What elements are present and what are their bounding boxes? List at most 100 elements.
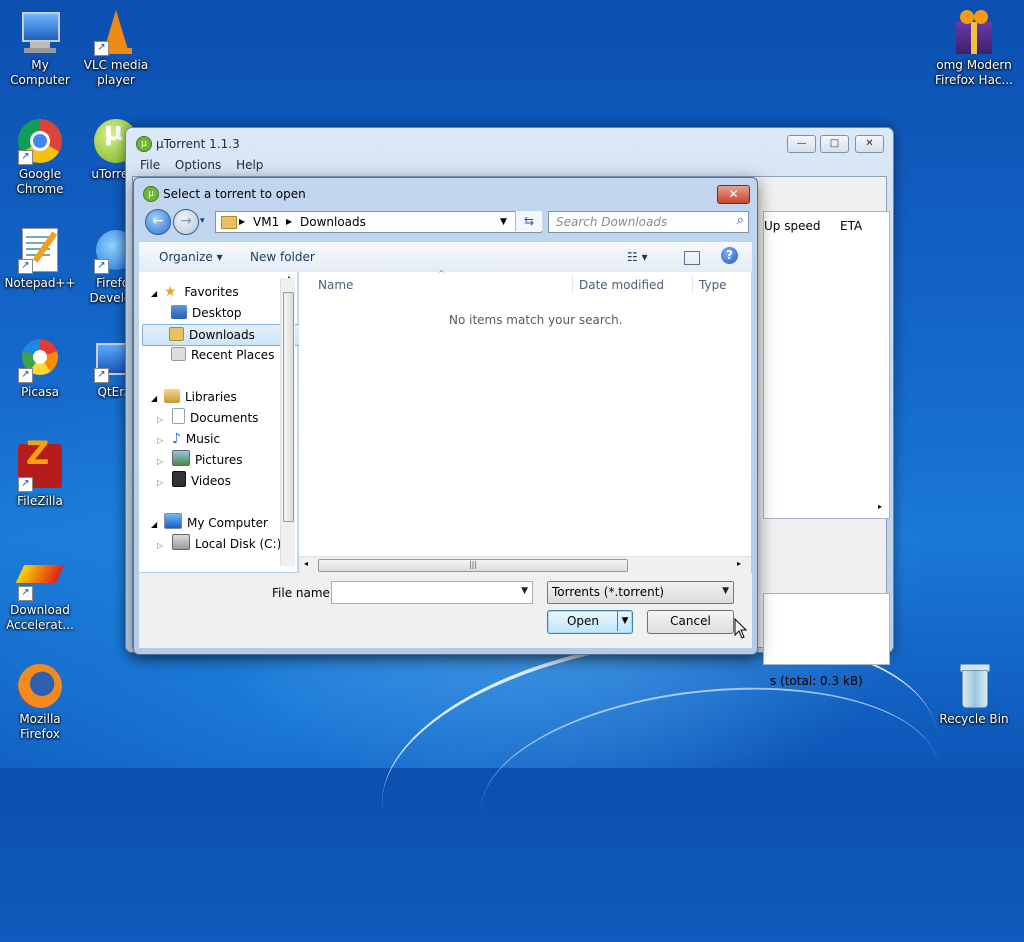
dropdown-arrow-icon[interactable]: ▼	[521, 586, 528, 596]
close-button[interactable]: ✕	[717, 185, 750, 204]
address-bar[interactable]: ▶ VM1 ▶ Downloads ▼	[215, 211, 542, 233]
nav-recent-places[interactable]: Recent Places	[171, 345, 274, 365]
star-icon: ★	[163, 284, 177, 300]
nav-my-computer[interactable]: ◢ My Computer	[151, 513, 268, 533]
firefox-icon	[16, 662, 64, 710]
scroll-right-arrow[interactable]: ▸	[878, 502, 882, 511]
expand-arrow-icon[interactable]: ▷	[157, 415, 163, 424]
breadcrumb-arrow-icon[interactable]: ▶	[286, 217, 292, 226]
desktop-icon-chrome[interactable]: ↗ Google Chrome	[0, 117, 80, 197]
nav-music[interactable]: ▷ ♪ Music	[157, 429, 220, 449]
hard-drive-icon	[171, 534, 190, 550]
desktop-icon-filezilla[interactable]: Z ↗ FileZilla	[0, 437, 80, 509]
scroll-right-arrow[interactable]: ▸	[737, 559, 741, 568]
search-icon[interactable]: ⌕	[737, 213, 744, 228]
music-icon: ♪	[171, 431, 181, 447]
desktop-icon-my-computer[interactable]: My Computer	[0, 8, 80, 88]
column-type[interactable]: Type	[699, 278, 727, 292]
preview-pane-icon[interactable]	[684, 251, 700, 265]
menu-options[interactable]: Options	[175, 158, 221, 172]
vlc-cone-icon: ↗	[92, 8, 140, 56]
shortcut-arrow-icon: ↗	[18, 259, 33, 274]
column-divider[interactable]	[572, 274, 573, 294]
desktop-icon-picasa[interactable]: ↗ Picasa	[0, 335, 80, 400]
scroll-left-arrow[interactable]: ◂	[304, 559, 308, 568]
breadcrumb-vm1[interactable]: VM1	[253, 215, 279, 229]
nav-favorites[interactable]: ◢ ★ Favorites	[151, 282, 239, 302]
shortcut-arrow-icon: ↗	[18, 586, 33, 601]
mouse-cursor-icon	[734, 618, 748, 639]
organize-button[interactable]: Organize ▾	[159, 250, 223, 264]
file-name-input[interactable]: ▼	[331, 581, 533, 604]
shortcut-arrow-icon: ↗	[18, 368, 33, 383]
open-button-label: Open	[566, 614, 600, 628]
file-type-value: Torrents (*.torrent)	[552, 585, 665, 599]
new-folder-button[interactable]: New folder	[250, 250, 315, 264]
open-button[interactable]: Open ▼	[547, 610, 633, 634]
minimize-button[interactable]: —	[787, 135, 816, 153]
cancel-button[interactable]: Cancel	[647, 610, 734, 634]
column-divider[interactable]	[692, 274, 693, 294]
file-name-label: File name:	[272, 586, 334, 600]
expand-arrow-icon[interactable]: ▷	[157, 478, 163, 487]
shortcut-arrow-icon: ↗	[18, 150, 33, 165]
shortcut-arrow-icon: ↗	[94, 259, 109, 274]
nav-libraries[interactable]: ◢ Libraries	[151, 387, 237, 407]
recent-pages-dropdown[interactable]: ▾	[200, 216, 205, 226]
column-name[interactable]: Name	[318, 278, 353, 292]
desktop-icon-firefox[interactable]: Mozilla Firefox	[0, 662, 80, 742]
nav-local-disk[interactable]: ▷ Local Disk (C:)	[157, 534, 281, 554]
scrollbar-thumb[interactable]	[283, 292, 294, 522]
address-dropdown-arrow[interactable]: ▼	[500, 217, 507, 227]
nav-documents[interactable]: ▷ Documents	[157, 408, 258, 428]
desktop-icon-label: My Computer	[10, 58, 70, 87]
recent-places-icon	[171, 347, 186, 361]
desktop-icon-recycle-bin[interactable]: Recycle Bin	[934, 662, 1014, 727]
column-up-speed[interactable]: Up speed	[764, 219, 820, 233]
videos-icon	[171, 471, 186, 487]
scrollbar-thumb[interactable]: |||	[318, 559, 628, 572]
nav-vertical-scrollbar[interactable]	[280, 278, 295, 566]
menu-file[interactable]: File	[140, 158, 160, 172]
empty-folder-message: No items match your search.	[449, 313, 623, 327]
desktop-icon-label: Recycle Bin	[939, 712, 1009, 726]
nav-desktop[interactable]: Desktop	[171, 303, 242, 323]
expand-arrow-icon[interactable]: ▷	[157, 541, 163, 550]
horizontal-scrollbar[interactable]: ◂ ||| ▸	[299, 556, 751, 573]
desktop-icon-download-accelerator[interactable]: ↗ Download Accelerat...	[0, 553, 80, 633]
close-button[interactable]: ✕	[855, 135, 884, 153]
file-list[interactable]: ^ Name Date modified Type No items match…	[299, 269, 751, 573]
open-dropdown-arrow[interactable]: ▼	[617, 611, 632, 631]
desktop-icon-label: VLC media player	[83, 58, 149, 87]
help-icon[interactable]: ?	[721, 247, 738, 264]
maximize-button[interactable]: □	[820, 135, 849, 153]
breadcrumb-arrow-icon[interactable]: ▶	[239, 217, 245, 226]
desktop-icon-vlc[interactable]: ↗ VLC media player	[76, 8, 156, 88]
back-button[interactable]: ←	[145, 209, 171, 235]
torrent-list[interactable]: Up speed ETA ▸	[763, 211, 890, 519]
menu-help[interactable]: Help	[236, 158, 263, 172]
chrome-icon: ↗	[16, 117, 64, 165]
expand-arrow-icon[interactable]: ◢	[151, 520, 157, 529]
desktop-icon-notepadpp[interactable]: ↗ Notepad++	[0, 226, 80, 291]
column-eta[interactable]: ETA	[840, 219, 862, 233]
nav-videos[interactable]: ▷ Videos	[157, 471, 231, 491]
breadcrumb-downloads[interactable]: Downloads	[300, 215, 366, 229]
file-type-select[interactable]: Torrents (*.torrent) ▼	[547, 581, 734, 604]
desktop-icon-label: FileZilla	[17, 494, 63, 508]
expand-arrow-icon[interactable]: ◢	[151, 289, 157, 298]
desktop-icon-label: omg Modern Firefox Hac...	[935, 58, 1013, 87]
search-box[interactable]: Search Downloads ⌕	[548, 211, 749, 233]
nav-pictures[interactable]: ▷ Pictures	[157, 450, 243, 470]
change-view-icon[interactable]: ☷ ▾	[627, 250, 648, 264]
refresh-button[interactable]: ⇆	[515, 211, 542, 231]
dropdown-arrow-icon[interactable]: ▼	[722, 586, 729, 596]
expand-arrow-icon[interactable]: ▷	[157, 436, 163, 445]
column-date-modified[interactable]: Date modified	[579, 278, 664, 292]
navigation-pane[interactable]: ◢ ★ Favorites Desktop Downloads Recent P…	[139, 272, 306, 572]
desktop-icon-omg-modern-firefox[interactable]: omg Modern Firefox Hac...	[934, 8, 1014, 88]
forward-button[interactable]: →	[173, 209, 199, 235]
expand-arrow-icon[interactable]: ▷	[157, 457, 163, 466]
open-torrent-dialog[interactable]: µ Select a torrent to open ✕ ← → ▾ ▶ VM1…	[133, 177, 758, 655]
expand-arrow-icon[interactable]: ◢	[151, 394, 157, 403]
